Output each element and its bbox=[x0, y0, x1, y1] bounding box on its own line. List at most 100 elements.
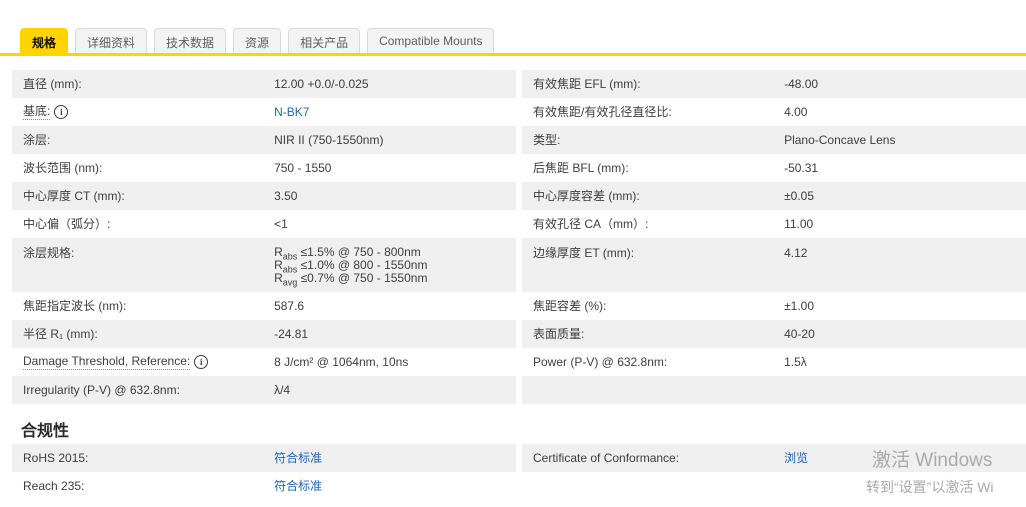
spec-label: 有效焦距 EFL (mm): bbox=[533, 77, 641, 91]
spec-label-cell: 直径 (mm): bbox=[12, 77, 274, 91]
spec-label-cell: Power (P-V) @ 632.8nm: bbox=[522, 355, 784, 369]
tab[interactable]: 技术数据 bbox=[154, 28, 227, 53]
tab[interactable]: Compatible Mounts bbox=[367, 28, 495, 53]
spec-value: 符合标准 bbox=[274, 479, 516, 493]
watermark-line1: 激活 Windows bbox=[872, 450, 993, 471]
spec-value: ±1.00 bbox=[784, 299, 815, 313]
spec-label-cell: 焦距指定波长 (nm): bbox=[12, 299, 274, 313]
spec-label-cell: RoHS 2015: bbox=[12, 451, 274, 465]
spec-label-cell: 表面质量: bbox=[522, 327, 784, 341]
spec-label: 有效孔径 CA（mm）: bbox=[533, 217, 649, 231]
tab[interactable]: 资源 bbox=[233, 28, 282, 53]
spec-value: 8 J/cm² @ 1064nm, 10ns bbox=[274, 355, 409, 369]
spec-row: 波长范围 (nm): 750 - 1550 bbox=[12, 154, 516, 182]
tab[interactable]: 详细资料 bbox=[75, 28, 148, 53]
spec-label: 涂层: bbox=[23, 133, 51, 147]
spec-row: 中心偏（弧分）: <1 bbox=[12, 210, 516, 238]
spec-row: 有效焦距/有效孔径直径比: 4.00 bbox=[522, 98, 1026, 126]
spec-label: Irregularity (P-V) @ 632.8nm: bbox=[23, 383, 180, 397]
info-icon[interactable]: i bbox=[54, 105, 69, 119]
spec-value: -24.81 bbox=[274, 327, 309, 341]
spec-label: 边缘厚度 ET (mm): bbox=[533, 246, 635, 260]
spec-label-cell: 有效焦距/有效孔径直径比: bbox=[522, 105, 784, 119]
spec-row: 表面质量: 40-20 bbox=[522, 320, 1026, 348]
spec-label: 涂层规格: bbox=[23, 246, 75, 260]
compliance-row: RoHS 2015: 符合标准 bbox=[12, 444, 516, 472]
spec-label-cell: 有效焦距 EFL (mm): bbox=[522, 77, 784, 91]
spec-tables: 直径 (mm): 12.00 +0.0/-0.025 基底: i N-BK7 涂层… bbox=[12, 70, 1026, 404]
spec-value: 符合标准 bbox=[274, 451, 516, 465]
compliance-table-left: RoHS 2015: 符合标准 Reach 235: 符合标准 bbox=[12, 444, 516, 500]
spec-label-cell: 中心厚度容差 (mm): bbox=[522, 189, 784, 203]
spec-label: 基底: bbox=[23, 104, 51, 120]
spec-row: Power (P-V) @ 632.8nm: 1.5λ bbox=[522, 348, 1026, 376]
spec-label: 中心厚度 CT (mm): bbox=[23, 189, 125, 203]
spec-label-cell: 焦距容差 (%): bbox=[522, 299, 784, 313]
spec-row: Damage Threshold, Reference: i 8 J/cm² @ … bbox=[12, 348, 516, 376]
spec-label-cell: 基底: i bbox=[12, 104, 274, 120]
spec-row: 基底: i N-BK7 bbox=[12, 98, 516, 126]
spec-value: <1 bbox=[274, 217, 288, 231]
tab[interactable]: 相关产品 bbox=[288, 28, 361, 53]
spec-row: Irregularity (P-V) @ 632.8nm: λ/4 bbox=[12, 376, 516, 404]
spec-label-cell: 中心偏（弧分）: bbox=[12, 217, 274, 231]
info-icon[interactable]: i bbox=[194, 355, 209, 369]
spec-label: 中心偏（弧分）: bbox=[23, 217, 111, 231]
spec-row: 有效焦距 EFL (mm): -48.00 bbox=[522, 70, 1026, 98]
value-link[interactable]: N-BK7 bbox=[274, 105, 309, 119]
tab[interactable]: 规格 bbox=[20, 28, 69, 53]
spec-label-cell: 半径 R₁ (mm): bbox=[12, 327, 274, 341]
spec-label: Reach 235: bbox=[23, 479, 85, 493]
spec-label-cell: Damage Threshold, Reference: i bbox=[12, 354, 274, 370]
spec-value: 4.12 bbox=[784, 246, 808, 260]
spec-value: -48.00 bbox=[784, 77, 819, 91]
windows-activation-watermark: 激活 Windows 转到“设置”以激活 Wi bbox=[866, 450, 994, 495]
spec-value: 3.50 bbox=[274, 189, 298, 203]
spec-row: 后焦距 BFL (mm): -50.31 bbox=[522, 154, 1026, 182]
spec-row: 涂层: NIR II (750-1550nm) bbox=[12, 126, 516, 154]
value-link[interactable]: 符合标准 bbox=[274, 451, 322, 465]
spec-row: 类型: Plano-Concave Lens bbox=[522, 126, 1026, 154]
spec-value: λ/4 bbox=[274, 383, 291, 397]
spec-label: 直径 (mm): bbox=[23, 77, 82, 91]
spec-label: 焦距容差 (%): bbox=[533, 299, 607, 313]
spec-row: 涂层规格: Rabs ≤1.5% @ 750 - 800nm Rabs ≤1.0%… bbox=[12, 238, 516, 292]
spec-label: Damage Threshold, Reference: bbox=[23, 354, 191, 370]
value-link[interactable]: 符合标准 bbox=[274, 479, 322, 493]
spec-label: 波长范围 (nm): bbox=[23, 161, 103, 175]
spec-value: 40-20 bbox=[784, 327, 815, 341]
spec-label-cell: 涂层规格: bbox=[12, 246, 274, 260]
spec-row bbox=[522, 376, 1026, 404]
spec-value: 587.6 bbox=[274, 299, 305, 313]
spec-value: 1.5λ bbox=[784, 355, 807, 369]
spec-label-cell: 有效孔径 CA（mm）: bbox=[522, 217, 784, 231]
watermark-line2: 转到“设置”以激活 Wi bbox=[866, 479, 994, 495]
spec-row: 焦距指定波长 (nm): 587.6 bbox=[12, 292, 516, 320]
spec-label: Power (P-V) @ 632.8nm: bbox=[533, 355, 668, 369]
spec-label-cell: 中心厚度 CT (mm): bbox=[12, 189, 274, 203]
value-link[interactable]: 浏览 bbox=[784, 451, 808, 465]
spec-label-cell: Certificate of Conformance: bbox=[522, 451, 784, 465]
spec-label-cell: 后焦距 BFL (mm): bbox=[522, 161, 784, 175]
spec-label-cell: 涂层: bbox=[12, 133, 274, 147]
spec-value: Rabs ≤1.5% @ 750 - 800nm Rabs ≤1.0% @ 800… bbox=[274, 245, 428, 288]
spec-value: NIR II (750-1550nm) bbox=[274, 133, 384, 147]
accent-underline bbox=[0, 53, 1026, 56]
spec-label: RoHS 2015: bbox=[23, 451, 89, 465]
spec-row: 半径 R₁ (mm): -24.81 bbox=[12, 320, 516, 348]
spec-label-cell: Reach 235: bbox=[12, 479, 274, 493]
spec-value: 12.00 +0.0/-0.025 bbox=[274, 77, 369, 91]
spec-label-cell: Irregularity (P-V) @ 632.8nm: bbox=[12, 383, 274, 397]
spec-value: ±0.05 bbox=[784, 189, 815, 203]
spec-label: 表面质量: bbox=[533, 327, 585, 341]
spec-label: 半径 R₁ (mm): bbox=[23, 327, 98, 341]
spec-label: 类型: bbox=[533, 133, 561, 147]
spec-label: 后焦距 BFL (mm): bbox=[533, 161, 629, 175]
spec-value: -50.31 bbox=[784, 161, 819, 175]
spec-label: 焦距指定波长 (nm): bbox=[23, 299, 127, 313]
tab-bar: 规格 详细资料 技术数据 资源 相关产品 Compatible Mounts bbox=[20, 28, 495, 53]
spec-table-right: 有效焦距 EFL (mm): -48.00 有效焦距/有效孔径直径比: 4.00… bbox=[522, 70, 1026, 404]
spec-label-cell: 波长范围 (nm): bbox=[12, 161, 274, 175]
spec-table-left: 直径 (mm): 12.00 +0.0/-0.025 基底: i N-BK7 涂层… bbox=[12, 70, 516, 404]
spec-value: Plano-Concave Lens bbox=[784, 133, 896, 147]
